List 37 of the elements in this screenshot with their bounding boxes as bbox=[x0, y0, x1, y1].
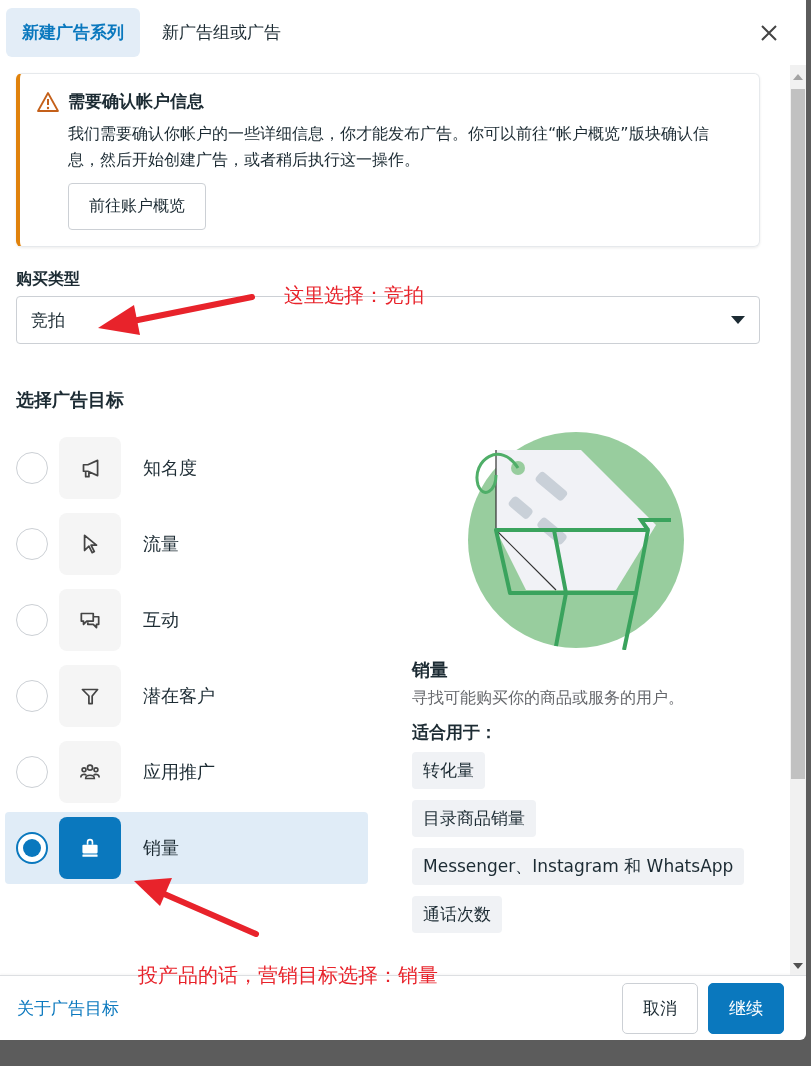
objective-label: 互动 bbox=[143, 608, 179, 632]
objective-label: 潜在客户 bbox=[143, 684, 215, 708]
warning-icon bbox=[36, 90, 60, 113]
tab[interactable]: 新建广告系列 bbox=[6, 8, 140, 57]
account-overview-button[interactable]: 前往账户概览 bbox=[68, 183, 206, 230]
field-label: 购买类型 bbox=[16, 269, 81, 290]
scroll-up-icon[interactable] bbox=[793, 74, 803, 80]
use-case-tag: 转化量 bbox=[412, 752, 485, 789]
objective-option[interactable]: 销量 bbox=[5, 812, 368, 884]
scroll-down-icon[interactable] bbox=[793, 963, 803, 969]
use-case-tag: 通话次数 bbox=[412, 896, 502, 933]
section-heading: 选择广告目标 bbox=[16, 388, 125, 412]
objective-label: 知名度 bbox=[143, 456, 197, 480]
scrollbar[interactable] bbox=[790, 65, 806, 975]
objective-option[interactable]: 潜在客户 bbox=[5, 660, 368, 732]
suited-label: 适合用于： bbox=[412, 721, 498, 744]
objective-option[interactable]: 应用推广 bbox=[5, 736, 368, 808]
objective-label: 应用推广 bbox=[143, 760, 215, 784]
annotation-text: 投产品的话，营销目标选择：销量 bbox=[138, 962, 438, 989]
objective-option[interactable]: 互动 bbox=[5, 584, 368, 656]
alert-text: 我们需要确认你帐户的一些详细信息，你才能发布广告。你可以前往“帐户概览”版块确认信息，然后开始创建广告，或者稍后执行这一操作。 bbox=[68, 123, 710, 171]
objective-description: 寻找可能购买你的商品或服务的用户。 bbox=[412, 688, 685, 709]
objective-option[interactable]: 知名度 bbox=[5, 432, 368, 504]
about-objectives-link[interactable]: 关于广告目标 bbox=[17, 996, 119, 1020]
scrollbar-thumb[interactable] bbox=[791, 89, 805, 779]
use-case-tag: Messenger、Instagram 和 WhatsApp bbox=[412, 848, 745, 885]
cancel-button[interactable]: 取消 bbox=[622, 982, 698, 1034]
caret-icon bbox=[731, 316, 745, 324]
continue-button[interactable]: 继续 bbox=[708, 982, 784, 1034]
alert-title: 需要确认帐户信息 bbox=[68, 90, 204, 113]
use-case-tag: 目录商品销量 bbox=[412, 800, 536, 837]
objective-option[interactable]: 流量 bbox=[5, 508, 368, 580]
objective-label: 销量 bbox=[143, 836, 179, 860]
objective-title: 销量 bbox=[412, 658, 449, 682]
objective-label: 流量 bbox=[143, 532, 179, 556]
tab[interactable]: 新广告组或广告 bbox=[146, 8, 297, 57]
radio-button[interactable] bbox=[16, 832, 48, 864]
